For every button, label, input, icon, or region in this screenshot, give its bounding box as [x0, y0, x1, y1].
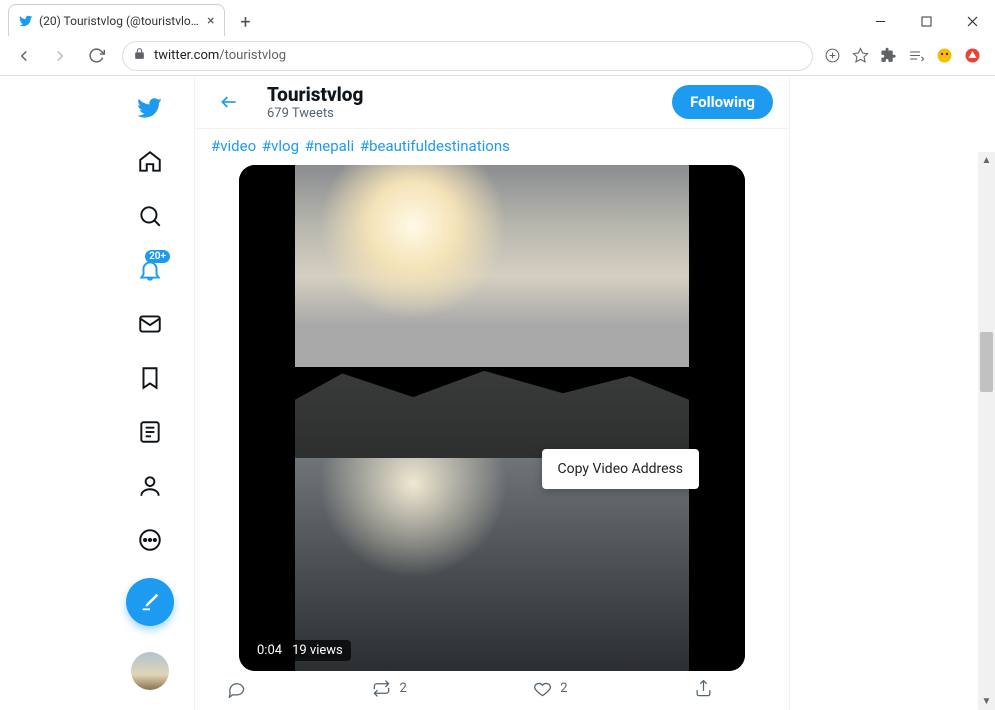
browser-toolbar: twitter.com/touristvlog: [0, 36, 995, 76]
profile-name: Touristvlog: [267, 83, 363, 106]
tweet-count: 679 Tweets: [267, 106, 363, 121]
extension-icon-1[interactable]: [935, 47, 953, 65]
video-frame: [295, 165, 689, 671]
context-menu: Copy Video Address: [542, 449, 700, 489]
bookmark-star-icon[interactable]: [851, 47, 869, 65]
nav-profile-icon[interactable]: [126, 462, 174, 510]
nav-explore-icon[interactable]: [126, 192, 174, 240]
extension-icon-2[interactable]: [963, 47, 981, 65]
like-count: 2: [560, 681, 567, 696]
video-info-overlay: 0:04 19 views: [249, 640, 351, 661]
context-menu-item-copy-video-address[interactable]: Copy Video Address: [558, 461, 684, 477]
reading-list-icon[interactable]: [907, 47, 925, 65]
profile-header: Touristvlog 679 Tweets Following: [195, 76, 789, 129]
notification-badge: 20+: [145, 250, 170, 263]
reply-button[interactable]: [227, 679, 246, 698]
extensions-puzzle-icon[interactable]: [879, 47, 897, 65]
share-button[interactable]: [694, 679, 713, 698]
twitter-logo[interactable]: [126, 84, 174, 132]
reload-button[interactable]: [80, 40, 112, 72]
like-button[interactable]: 2: [533, 679, 567, 698]
extension-icons: [823, 47, 987, 65]
browser-titlebar: (20) Touristvlog (@touristvlog) / T × +: [0, 0, 995, 36]
nav-bookmarks-icon[interactable]: [126, 354, 174, 402]
tab-close-icon[interactable]: ×: [207, 13, 214, 29]
hashtag-link[interactable]: #beautifuldestinations: [360, 137, 510, 155]
window-maximize-button[interactable]: [903, 6, 949, 36]
tab-title: (20) Touristvlog (@touristvlog) / T: [39, 14, 199, 28]
window-close-button[interactable]: [949, 6, 995, 36]
hashtag-link[interactable]: #vlog: [262, 137, 299, 155]
browser-tab[interactable]: (20) Touristvlog (@touristvlog) / T ×: [8, 4, 225, 36]
twitter-favicon: [19, 14, 33, 28]
tweet: #video #vlog #nepali #beautifuldestinati…: [195, 129, 789, 698]
video-time: 0:04: [257, 643, 282, 658]
nav-lists-icon[interactable]: [126, 408, 174, 456]
nav-notifications-icon[interactable]: 20+: [126, 246, 174, 294]
following-button[interactable]: Following: [672, 85, 773, 119]
scroll-down-icon[interactable]: ▼: [978, 693, 995, 710]
new-tab-button[interactable]: +: [231, 8, 259, 36]
lock-icon: [133, 47, 146, 64]
nav-messages-icon[interactable]: [126, 300, 174, 348]
retweet-button[interactable]: 2: [372, 679, 406, 698]
address-bar[interactable]: twitter.com/touristvlog: [122, 41, 813, 71]
main-column: Touristvlog 679 Tweets Following #video …: [194, 76, 790, 710]
tweet-actions: 2 2: [211, 671, 773, 698]
url-path: /touristvlog: [219, 48, 286, 63]
nav-more-icon[interactable]: [126, 516, 174, 564]
vertical-scrollbar[interactable]: ▲ ▼: [978, 152, 995, 710]
tweet-hashtags: #video #vlog #nepali #beautifuldestinati…: [211, 129, 773, 165]
scroll-up-icon[interactable]: ▲: [978, 152, 995, 169]
retweet-count: 2: [399, 681, 406, 696]
url-domain: twitter.com: [154, 48, 219, 63]
video-player[interactable]: 0:04 19 views Copy Video Address: [239, 165, 745, 671]
sidebar-nav: 20+: [106, 76, 194, 710]
back-button[interactable]: [8, 40, 40, 72]
video-views: 19 views: [292, 643, 343, 658]
window-controls: [857, 6, 995, 36]
page-content: 20+ Touristvlog 679 Tweets Following #vi…: [0, 76, 995, 710]
compose-tweet-button[interactable]: [126, 578, 174, 626]
hashtag-link[interactable]: #nepali: [305, 137, 354, 155]
window-minimize-button[interactable]: [857, 6, 903, 36]
add-page-icon[interactable]: [823, 47, 841, 65]
back-arrow-button[interactable]: [211, 84, 247, 120]
account-avatar[interactable]: [131, 652, 169, 690]
forward-button[interactable]: [44, 40, 76, 72]
scroll-thumb[interactable]: [980, 332, 993, 392]
hashtag-link[interactable]: #video: [211, 137, 256, 155]
nav-home-icon[interactable]: [126, 138, 174, 186]
